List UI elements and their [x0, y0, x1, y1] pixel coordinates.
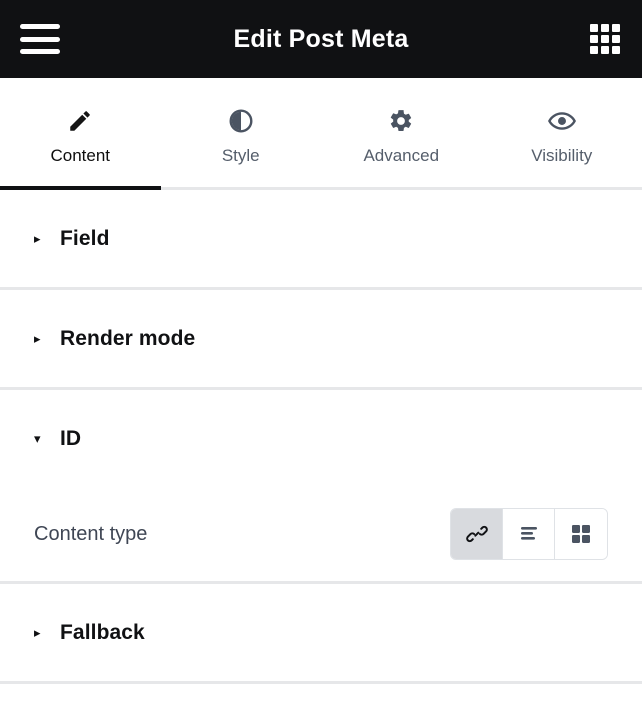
- section-title: Render mode: [60, 326, 196, 350]
- hamburger-bar: [20, 49, 60, 54]
- grid-cell: [601, 24, 609, 32]
- content-type-option-text[interactable]: [503, 509, 555, 559]
- section-fallback: ▸ Fallback: [0, 584, 642, 684]
- tab-label: Style: [221, 145, 260, 165]
- content-type-label: Content type: [34, 522, 148, 545]
- tab-content[interactable]: Content: [0, 78, 161, 190]
- tab-label: Content: [50, 145, 111, 165]
- grid-cell: [612, 46, 620, 54]
- tab-label: Visibility: [531, 145, 593, 165]
- section-header-field[interactable]: ▸ Field: [0, 190, 642, 287]
- section-title: Fallback: [60, 620, 145, 644]
- tab-bar: Content Style Advanced Visibility: [0, 78, 642, 190]
- contrast-icon: [228, 106, 254, 136]
- section-render-mode: ▸ Render mode: [0, 290, 642, 390]
- content-type-option-link[interactable]: [451, 509, 503, 559]
- tab-label: Advanced: [363, 145, 440, 165]
- content-type-row: Content type: [34, 487, 608, 581]
- grid-cell: [601, 46, 609, 54]
- section-field: ▸ Field: [0, 190, 642, 290]
- grid-cell: [612, 24, 620, 32]
- tab-advanced[interactable]: Advanced: [321, 78, 482, 187]
- pencil-icon: [67, 106, 93, 136]
- gear-icon: [388, 106, 414, 136]
- grid-cell: [590, 35, 598, 43]
- link-icon: [465, 522, 489, 546]
- chevron-right-icon: ▸: [34, 331, 41, 346]
- grid-cell: [590, 24, 598, 32]
- tab-style[interactable]: Style: [161, 78, 322, 187]
- settings-panel: ▸ Field ▸ Render mode ▾ ID Content type: [0, 190, 642, 718]
- top-bar: Edit Post Meta: [0, 0, 642, 78]
- hamburger-menu-icon[interactable]: [20, 24, 60, 54]
- hamburger-bar: [20, 36, 60, 42]
- page-title: Edit Post Meta: [233, 24, 409, 53]
- section-body-id: Content type: [0, 487, 642, 581]
- edit-post-meta-panel: Edit Post Meta Content Style Advanced Vi…: [0, 0, 642, 718]
- chevron-right-icon: ▸: [34, 231, 41, 246]
- grid-squares-icon: [570, 523, 592, 545]
- text-lines-icon: [517, 523, 541, 545]
- section-header-render-mode[interactable]: ▸ Render mode: [0, 290, 642, 387]
- chevron-right-icon: ▸: [34, 625, 41, 640]
- grid-cell: [590, 46, 598, 54]
- grid-cell: [612, 35, 620, 43]
- section-title: ID: [60, 426, 82, 450]
- section-title: Field: [60, 226, 110, 250]
- grid-cell: [601, 35, 609, 43]
- chevron-down-icon: ▾: [34, 431, 41, 446]
- eye-icon: [547, 106, 576, 136]
- hamburger-bar: [20, 24, 60, 29]
- section-header-id[interactable]: ▾ ID: [0, 390, 642, 487]
- content-type-segmented-control: [450, 508, 608, 560]
- section-id: ▾ ID Content type: [0, 390, 642, 584]
- section-header-fallback[interactable]: ▸ Fallback: [0, 584, 642, 681]
- grid-apps-icon[interactable]: [590, 24, 620, 54]
- tab-visibility[interactable]: Visibility: [482, 78, 642, 187]
- content-type-option-grid[interactable]: [555, 509, 607, 559]
